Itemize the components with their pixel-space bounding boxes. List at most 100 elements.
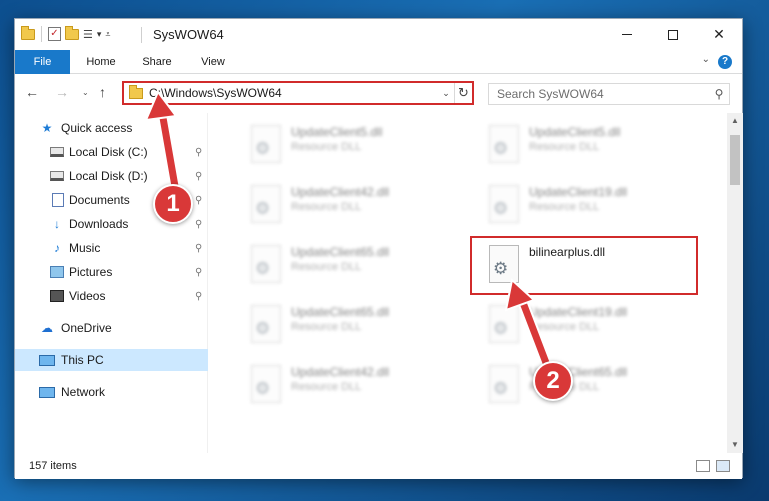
up-arrow-icon[interactable]: ↑ xyxy=(99,84,106,100)
pictures-icon xyxy=(50,266,64,278)
file-item[interactable]: UpdateClient42.dll Resource DLL xyxy=(245,181,465,229)
file-item[interactable]: UpdateClient5.dll Resource DLL xyxy=(483,121,703,169)
file-item[interactable]: UpdateClient5.dll Resource DLL xyxy=(245,121,465,169)
sidebar-item-label: Network xyxy=(61,385,106,399)
file-item[interactable]: UpdateClient19.dll Resource DLL xyxy=(483,181,703,229)
disk-icon xyxy=(50,147,64,157)
details-view-icon[interactable] xyxy=(696,460,710,472)
callout-badge-2: 2 xyxy=(533,361,573,401)
file-name: UpdateClient42.dll xyxy=(291,185,390,199)
close-icon: ✕ xyxy=(713,26,725,42)
tab-share[interactable]: Share xyxy=(135,50,179,74)
pin-icon[interactable]: ⚲ xyxy=(195,171,202,182)
help-icon[interactable]: ? xyxy=(718,55,732,69)
address-path[interactable]: C:\Windows\SysWOW64 xyxy=(149,86,438,100)
maximize-button[interactable] xyxy=(650,19,696,50)
search-input[interactable] xyxy=(489,87,709,101)
sidebar-item-pictures[interactable]: Pictures ⚲ xyxy=(15,261,208,283)
large-icons-view-icon[interactable] xyxy=(716,460,730,472)
tab-view[interactable]: View xyxy=(191,50,235,74)
toolbar-divider xyxy=(41,26,42,42)
ribbon-tabs: File Home Share View ⌄ ? xyxy=(15,50,742,74)
sidebar-item-music[interactable]: ♪ Music ⚲ xyxy=(15,237,208,259)
dll-file-icon xyxy=(489,305,519,343)
folder-icon[interactable] xyxy=(21,25,35,40)
file-name: UpdateClient42.dll xyxy=(291,365,390,379)
sidebar-item-quick-access[interactable]: ★ Quick access xyxy=(15,117,208,139)
file-name: UpdateClient5.dll xyxy=(529,125,621,139)
chevron-down-icon[interactable]: ▾ xyxy=(97,29,102,40)
search-box[interactable]: ⚲ xyxy=(488,83,730,105)
title-divider xyxy=(141,27,142,43)
file-item[interactable]: UpdateClient65.dll Resource DLL xyxy=(245,241,465,289)
new-folder-icon[interactable] xyxy=(65,25,79,40)
pin-icon[interactable]: ⚲ xyxy=(195,243,202,254)
dll-file-icon xyxy=(251,185,281,223)
close-button[interactable]: ✕ xyxy=(696,19,742,50)
chevron-down-icon[interactable]: ⌄ xyxy=(438,88,454,99)
disk-icon xyxy=(50,171,64,181)
address-bar[interactable]: C:\Windows\SysWOW64 ⌄ ↻ xyxy=(122,81,474,105)
pin-icon[interactable]: ⚲ xyxy=(195,195,202,206)
customize-toolbar-icon[interactable]: ⩡ xyxy=(105,29,110,40)
dll-file-icon xyxy=(489,185,519,223)
callout-badge-1: 1 xyxy=(153,184,193,224)
pin-icon[interactable]: ⚲ xyxy=(195,147,202,158)
file-name: UpdateClient19.dll xyxy=(529,185,628,199)
file-name: bilinearplus.dll xyxy=(529,245,606,259)
maximize-icon xyxy=(668,29,678,40)
dll-file-icon xyxy=(251,305,281,343)
recent-locations-icon[interactable]: ⌄ xyxy=(82,88,89,97)
search-icon[interactable]: ⚲ xyxy=(709,87,729,101)
window-controls: ✕ xyxy=(604,19,742,50)
cloud-icon: ☁ xyxy=(41,321,53,335)
tab-file[interactable]: File xyxy=(15,50,70,74)
dll-file-icon xyxy=(251,365,281,403)
download-icon: ↓ xyxy=(54,217,60,231)
document-icon xyxy=(52,193,64,207)
ribbon-expand-icon[interactable]: ⌄ xyxy=(702,54,710,65)
forward-arrow-icon[interactable]: → xyxy=(55,84,69,100)
sidebar-item-label: Videos xyxy=(69,289,106,303)
item-count: 157 items xyxy=(29,460,77,472)
pin-icon[interactable]: ⚲ xyxy=(195,219,202,230)
sidebar-item-videos[interactable]: Videos ⚲ xyxy=(15,285,208,307)
refresh-icon[interactable]: ↻ xyxy=(454,83,472,103)
file-type: Resource DLL xyxy=(291,261,362,273)
file-item[interactable]: UpdateClient65.dll Resource DLL xyxy=(483,361,703,409)
computer-icon xyxy=(39,354,55,366)
tab-home[interactable]: Home xyxy=(79,50,123,74)
file-name: UpdateClient65.dll xyxy=(291,305,390,319)
file-item[interactable]: UpdateClient42.dll Resource DLL xyxy=(245,361,465,409)
sidebar-item-local-disk-d[interactable]: Local Disk (D:) ⚲ xyxy=(15,165,208,187)
sidebar-item-label: Pictures xyxy=(69,265,113,279)
music-icon: ♪ xyxy=(54,241,60,255)
file-item-bilinearplus[interactable]: bilinearplus.dll xyxy=(483,241,703,289)
file-item[interactable]: UpdateClient19.dll Resource DLL xyxy=(483,301,703,349)
sidebar-item-onedrive[interactable]: ☁ OneDrive xyxy=(15,317,208,339)
file-type: Resource DLL xyxy=(291,201,362,213)
dll-file-icon xyxy=(251,125,281,163)
scroll-thumb[interactable] xyxy=(730,135,740,185)
sidebar-item-label: This PC xyxy=(61,353,104,367)
properties-icon[interactable]: ☰ xyxy=(83,28,93,41)
vertical-scrollbar[interactable]: ▲ ▼ xyxy=(727,113,743,453)
pin-icon[interactable]: ⚲ xyxy=(195,267,202,278)
file-list: UpdateClient5.dll Resource DLL UpdateCli… xyxy=(209,113,729,453)
scroll-down-icon[interactable]: ▼ xyxy=(727,437,743,453)
sidebar-item-local-disk-c[interactable]: Local Disk (C:) ⚲ xyxy=(15,141,208,163)
star-icon: ★ xyxy=(41,121,53,135)
file-name: UpdateClient19.dll xyxy=(529,305,628,319)
file-item[interactable]: UpdateClient65.dll Resource DLL xyxy=(245,301,465,349)
minimize-button[interactable] xyxy=(604,19,650,50)
sidebar-item-this-pc[interactable]: This PC xyxy=(15,349,208,371)
pin-icon[interactable]: ⚲ xyxy=(195,291,202,302)
sidebar-item-network[interactable]: Network xyxy=(15,381,208,403)
status-bar: 157 items xyxy=(15,455,742,479)
back-arrow-icon[interactable]: ← xyxy=(25,84,39,100)
properties-check-icon[interactable]: ✓ xyxy=(48,27,61,41)
scroll-up-icon[interactable]: ▲ xyxy=(727,113,743,129)
file-type: Resource DLL xyxy=(291,141,362,153)
file-name: UpdateClient5.dll xyxy=(291,125,383,139)
dll-file-icon xyxy=(251,245,281,283)
